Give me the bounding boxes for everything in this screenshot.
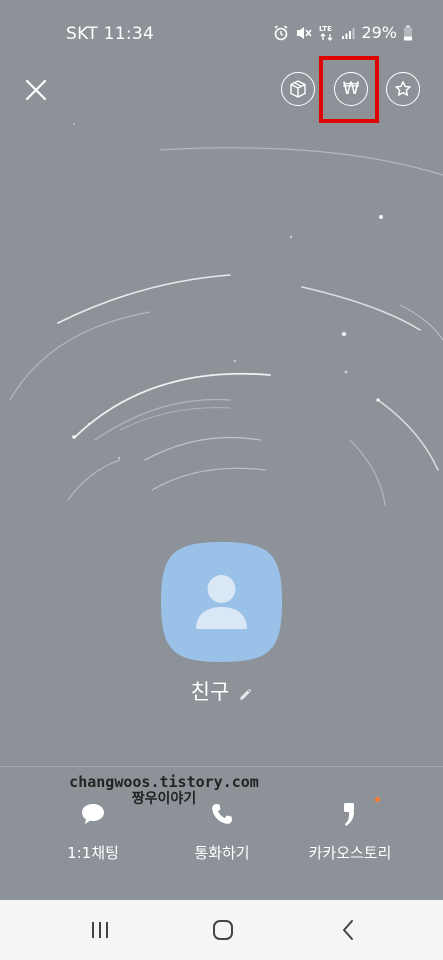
- lte-icon: LTE: [319, 25, 333, 41]
- pencil-icon[interactable]: [238, 688, 252, 702]
- home-button[interactable]: [208, 916, 238, 944]
- recent-apps-icon: [92, 922, 108, 938]
- chat-label: 1:1채팅: [67, 844, 119, 862]
- battery-percent: 29%: [361, 23, 397, 42]
- kakaostory-button[interactable]: 카카오스토리: [285, 798, 415, 863]
- gift-button[interactable]: [281, 72, 315, 106]
- divider: [0, 766, 443, 767]
- call-button[interactable]: 통화하기: [157, 798, 287, 863]
- kakaostory-icon: [344, 803, 354, 826]
- phone-icon: [212, 804, 232, 824]
- close-button[interactable]: [20, 74, 52, 106]
- starry-background: [9, 123, 443, 506]
- new-badge-dot: [375, 797, 380, 802]
- status-carrier-time: SKT 11:34: [66, 24, 155, 44]
- highlight-annotation: [319, 56, 379, 123]
- chat-bubble-icon: [82, 804, 104, 824]
- battery-icon: [404, 25, 412, 40]
- gift-icon: [290, 80, 306, 98]
- home-icon: [213, 920, 233, 940]
- close-icon: [25, 79, 47, 101]
- watermark-url: changwoos.tistory.com: [69, 773, 259, 791]
- svg-text:LTE: LTE: [319, 25, 332, 33]
- system-navigation-bar: [0, 900, 443, 960]
- signal-icon: [342, 27, 355, 39]
- profile-screen: SKT 11:34 LTE 29% ₩ 친구 changwoos.tistory…: [0, 0, 443, 900]
- call-label: 통화하기: [194, 844, 250, 862]
- recent-apps-button[interactable]: [85, 916, 115, 944]
- star-icon: [395, 81, 411, 96]
- alarm-icon: [274, 24, 288, 40]
- profile-avatar[interactable]: [160, 541, 283, 663]
- mute-icon: [297, 26, 313, 39]
- back-icon: [343, 920, 353, 940]
- status-icons: LTE 29%: [273, 23, 413, 42]
- profile-name-row: 친구: [0, 676, 443, 706]
- kakaostory-label: 카카오스토리: [308, 844, 392, 862]
- chat-button[interactable]: 1:1채팅: [28, 798, 158, 863]
- status-bar: SKT 11:34 LTE 29%: [0, 20, 443, 48]
- profile-name: 친구: [190, 680, 230, 704]
- default-profile-icon: [161, 542, 282, 662]
- favorite-button[interactable]: [386, 72, 420, 106]
- back-button[interactable]: [334, 916, 364, 944]
